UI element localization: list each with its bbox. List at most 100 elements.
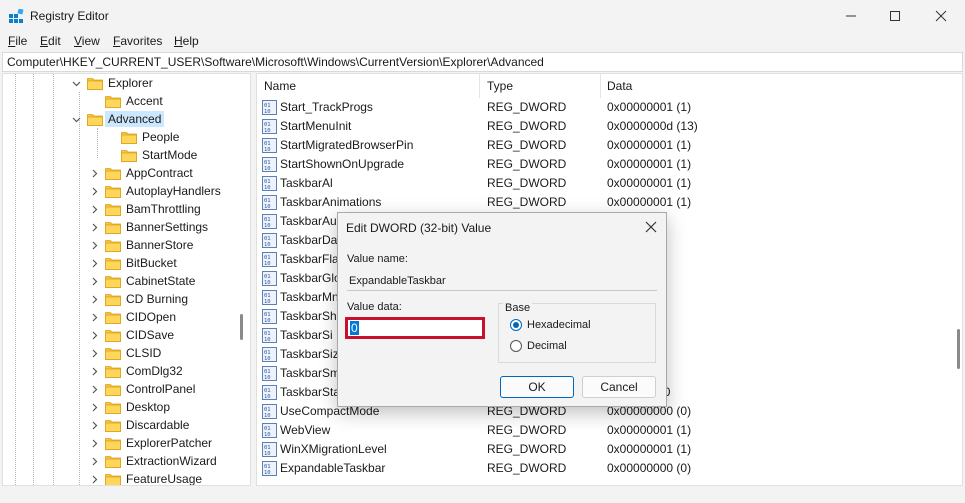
value-row[interactable]: 01 10 WebView REG_DWORD 0x00000001 (1)	[257, 421, 962, 440]
close-button[interactable]	[918, 0, 964, 32]
tree-item[interactable]: CabinetState	[89, 272, 195, 290]
tree-item-label: People	[142, 130, 180, 144]
tree-item[interactable]: BannerSettings	[89, 218, 208, 236]
chevron-right-icon[interactable]	[89, 258, 99, 268]
chevron-right-icon[interactable]	[89, 168, 99, 178]
tree-item-label: Desktop	[126, 400, 171, 414]
value-row[interactable]: 01 10 Start_TrackProgs REG_DWORD 0x00000001 …	[257, 98, 962, 117]
chevron-right-icon[interactable]	[89, 420, 99, 430]
list-scrollbar[interactable]	[957, 329, 960, 369]
menu-edit[interactable]: Edit	[40, 34, 61, 48]
tree-item[interactable]: StartMode	[105, 146, 197, 164]
chevron-right-icon[interactable]	[89, 240, 99, 250]
folder-icon	[105, 293, 121, 306]
value-row[interactable]: 01 10 TaskbarAl REG_DWORD 0x00000001 (1)	[257, 174, 962, 193]
chevron-right-icon[interactable]	[89, 366, 99, 376]
value-data-text: 0	[350, 321, 359, 335]
value-name: WinXMigrationLevel	[280, 442, 387, 456]
tree-item-label: AppContract	[126, 166, 193, 180]
ok-button[interactable]: OK	[500, 376, 574, 398]
tree-item[interactable]: People	[105, 128, 179, 146]
chevron-right-icon[interactable]	[89, 186, 99, 196]
value-data: 0x00000001 (1)	[607, 100, 692, 114]
tree-item[interactable]: CIDSave	[89, 326, 174, 344]
svg-text:10: 10	[264, 432, 271, 438]
value-row[interactable]: 01 10 StartMigratedBrowserPin REG_DWORD 0x00…	[257, 136, 962, 155]
tree-scrollbar[interactable]	[240, 314, 243, 340]
hexadecimal-radio[interactable]: Hexadecimal	[510, 319, 591, 331]
chevron-right-icon[interactable]	[89, 456, 99, 466]
svg-text:10: 10	[264, 356, 271, 362]
chevron-right-icon[interactable]	[89, 312, 99, 322]
edit-dword-dialog: Edit DWORD (32-bit) Value Value name: Ex…	[337, 212, 667, 407]
tree-item[interactable]: ComDlg32	[89, 362, 183, 380]
tree-item-label: StartMode	[142, 148, 198, 162]
cancel-button[interactable]: Cancel	[582, 376, 656, 398]
value-name: TaskbarGlo	[280, 271, 341, 285]
dialog-close-icon[interactable]	[644, 220, 658, 234]
folder-icon	[105, 383, 121, 396]
value-row[interactable]: 01 10 TaskbarAnimations REG_DWORD 0x00000001…	[257, 193, 962, 212]
address-bar[interactable]: Computer\HKEY_CURRENT_USER\Software\Micr…	[2, 52, 963, 72]
tree-item[interactable]: AppContract	[89, 164, 193, 182]
value-row[interactable]: 01 10 WinXMigrationLevel REG_DWORD 0x0000000…	[257, 440, 962, 459]
tree-item[interactable]: CIDOpen	[89, 308, 176, 326]
chevron-right-icon[interactable]	[89, 384, 99, 394]
chevron-right-icon[interactable]	[89, 402, 99, 412]
chevron-right-icon[interactable]	[89, 204, 99, 214]
value-name: WebView	[280, 423, 331, 437]
chevron-right-icon[interactable]	[89, 348, 99, 358]
tree-item[interactable]: BamThrottling	[89, 200, 201, 218]
folder-icon	[105, 419, 121, 432]
menu-help[interactable]: Help	[174, 34, 199, 48]
chevron-right-icon[interactable]	[89, 330, 99, 340]
reg-dword-icon: 0110	[262, 252, 277, 267]
tree-item[interactable]: Advanced	[71, 110, 165, 128]
tree-item[interactable]: BitBucket	[89, 254, 177, 272]
radio-selected-icon	[510, 319, 522, 331]
chevron-down-icon[interactable]	[71, 78, 81, 88]
chevron-right-icon[interactable]	[89, 474, 99, 484]
tree-item[interactable]: Desktop	[89, 398, 170, 416]
column-header-data[interactable]: Data	[607, 74, 632, 98]
svg-text:10: 10	[264, 394, 271, 400]
key-tree[interactable]: Explorer Accent Advanced People StartMode App…	[2, 73, 251, 486]
menu-favorites[interactable]: Favorites	[113, 34, 162, 48]
column-header-type[interactable]: Type	[487, 74, 513, 98]
tree-item[interactable]: CD Burning	[89, 290, 188, 308]
chevron-right-icon[interactable]	[89, 438, 99, 448]
column-header-name[interactable]: Name	[264, 74, 296, 98]
menu-file[interactable]: File	[8, 34, 27, 48]
chevron-right-icon[interactable]	[89, 276, 99, 286]
svg-text:10: 10	[264, 147, 271, 153]
tree-item[interactable]: Explorer	[71, 74, 153, 92]
tree-item[interactable]: FeatureUsage	[89, 470, 202, 485]
reg-dword-icon: 0110	[262, 347, 277, 362]
maximize-button[interactable]	[872, 0, 918, 32]
menu-view[interactable]: View	[74, 34, 100, 48]
value-row[interactable]: 01 10 StartShownOnUpgrade REG_DWORD 0x000000…	[257, 155, 962, 174]
chevron-down-icon[interactable]	[71, 114, 81, 124]
tree-item[interactable]: ExtractionWizard	[89, 452, 217, 470]
tree-item[interactable]: Discardable	[89, 416, 189, 434]
value-name: TaskbarDa	[280, 233, 338, 247]
tree-item-label: BitBucket	[126, 256, 177, 270]
tree-item[interactable]: ControlPanel	[89, 380, 195, 398]
tree-item[interactable]: Accent	[89, 92, 163, 110]
minimize-button[interactable]	[828, 0, 874, 32]
tree-item[interactable]: ExplorerPatcher	[89, 434, 212, 452]
tree-item[interactable]: AutoplayHandlers	[89, 182, 221, 200]
decimal-radio[interactable]: Decimal	[510, 340, 567, 352]
chevron-right-icon[interactable]	[89, 222, 99, 232]
value-row[interactable]: 01 10 StartMenuInit REG_DWORD 0x0000000d (13…	[257, 117, 962, 136]
value-data-input[interactable]: 0	[345, 317, 485, 339]
value-row[interactable]: 01 10 ExpandableTaskbar REG_DWORD 0x00000000…	[257, 459, 962, 478]
folder-icon	[105, 473, 121, 485]
close-icon	[935, 10, 947, 22]
tree-item[interactable]: BannerStore	[89, 236, 193, 254]
minimize-icon	[846, 15, 856, 17]
chevron-right-icon[interactable]	[89, 294, 99, 304]
tree-item[interactable]: CLSID	[89, 344, 161, 362]
